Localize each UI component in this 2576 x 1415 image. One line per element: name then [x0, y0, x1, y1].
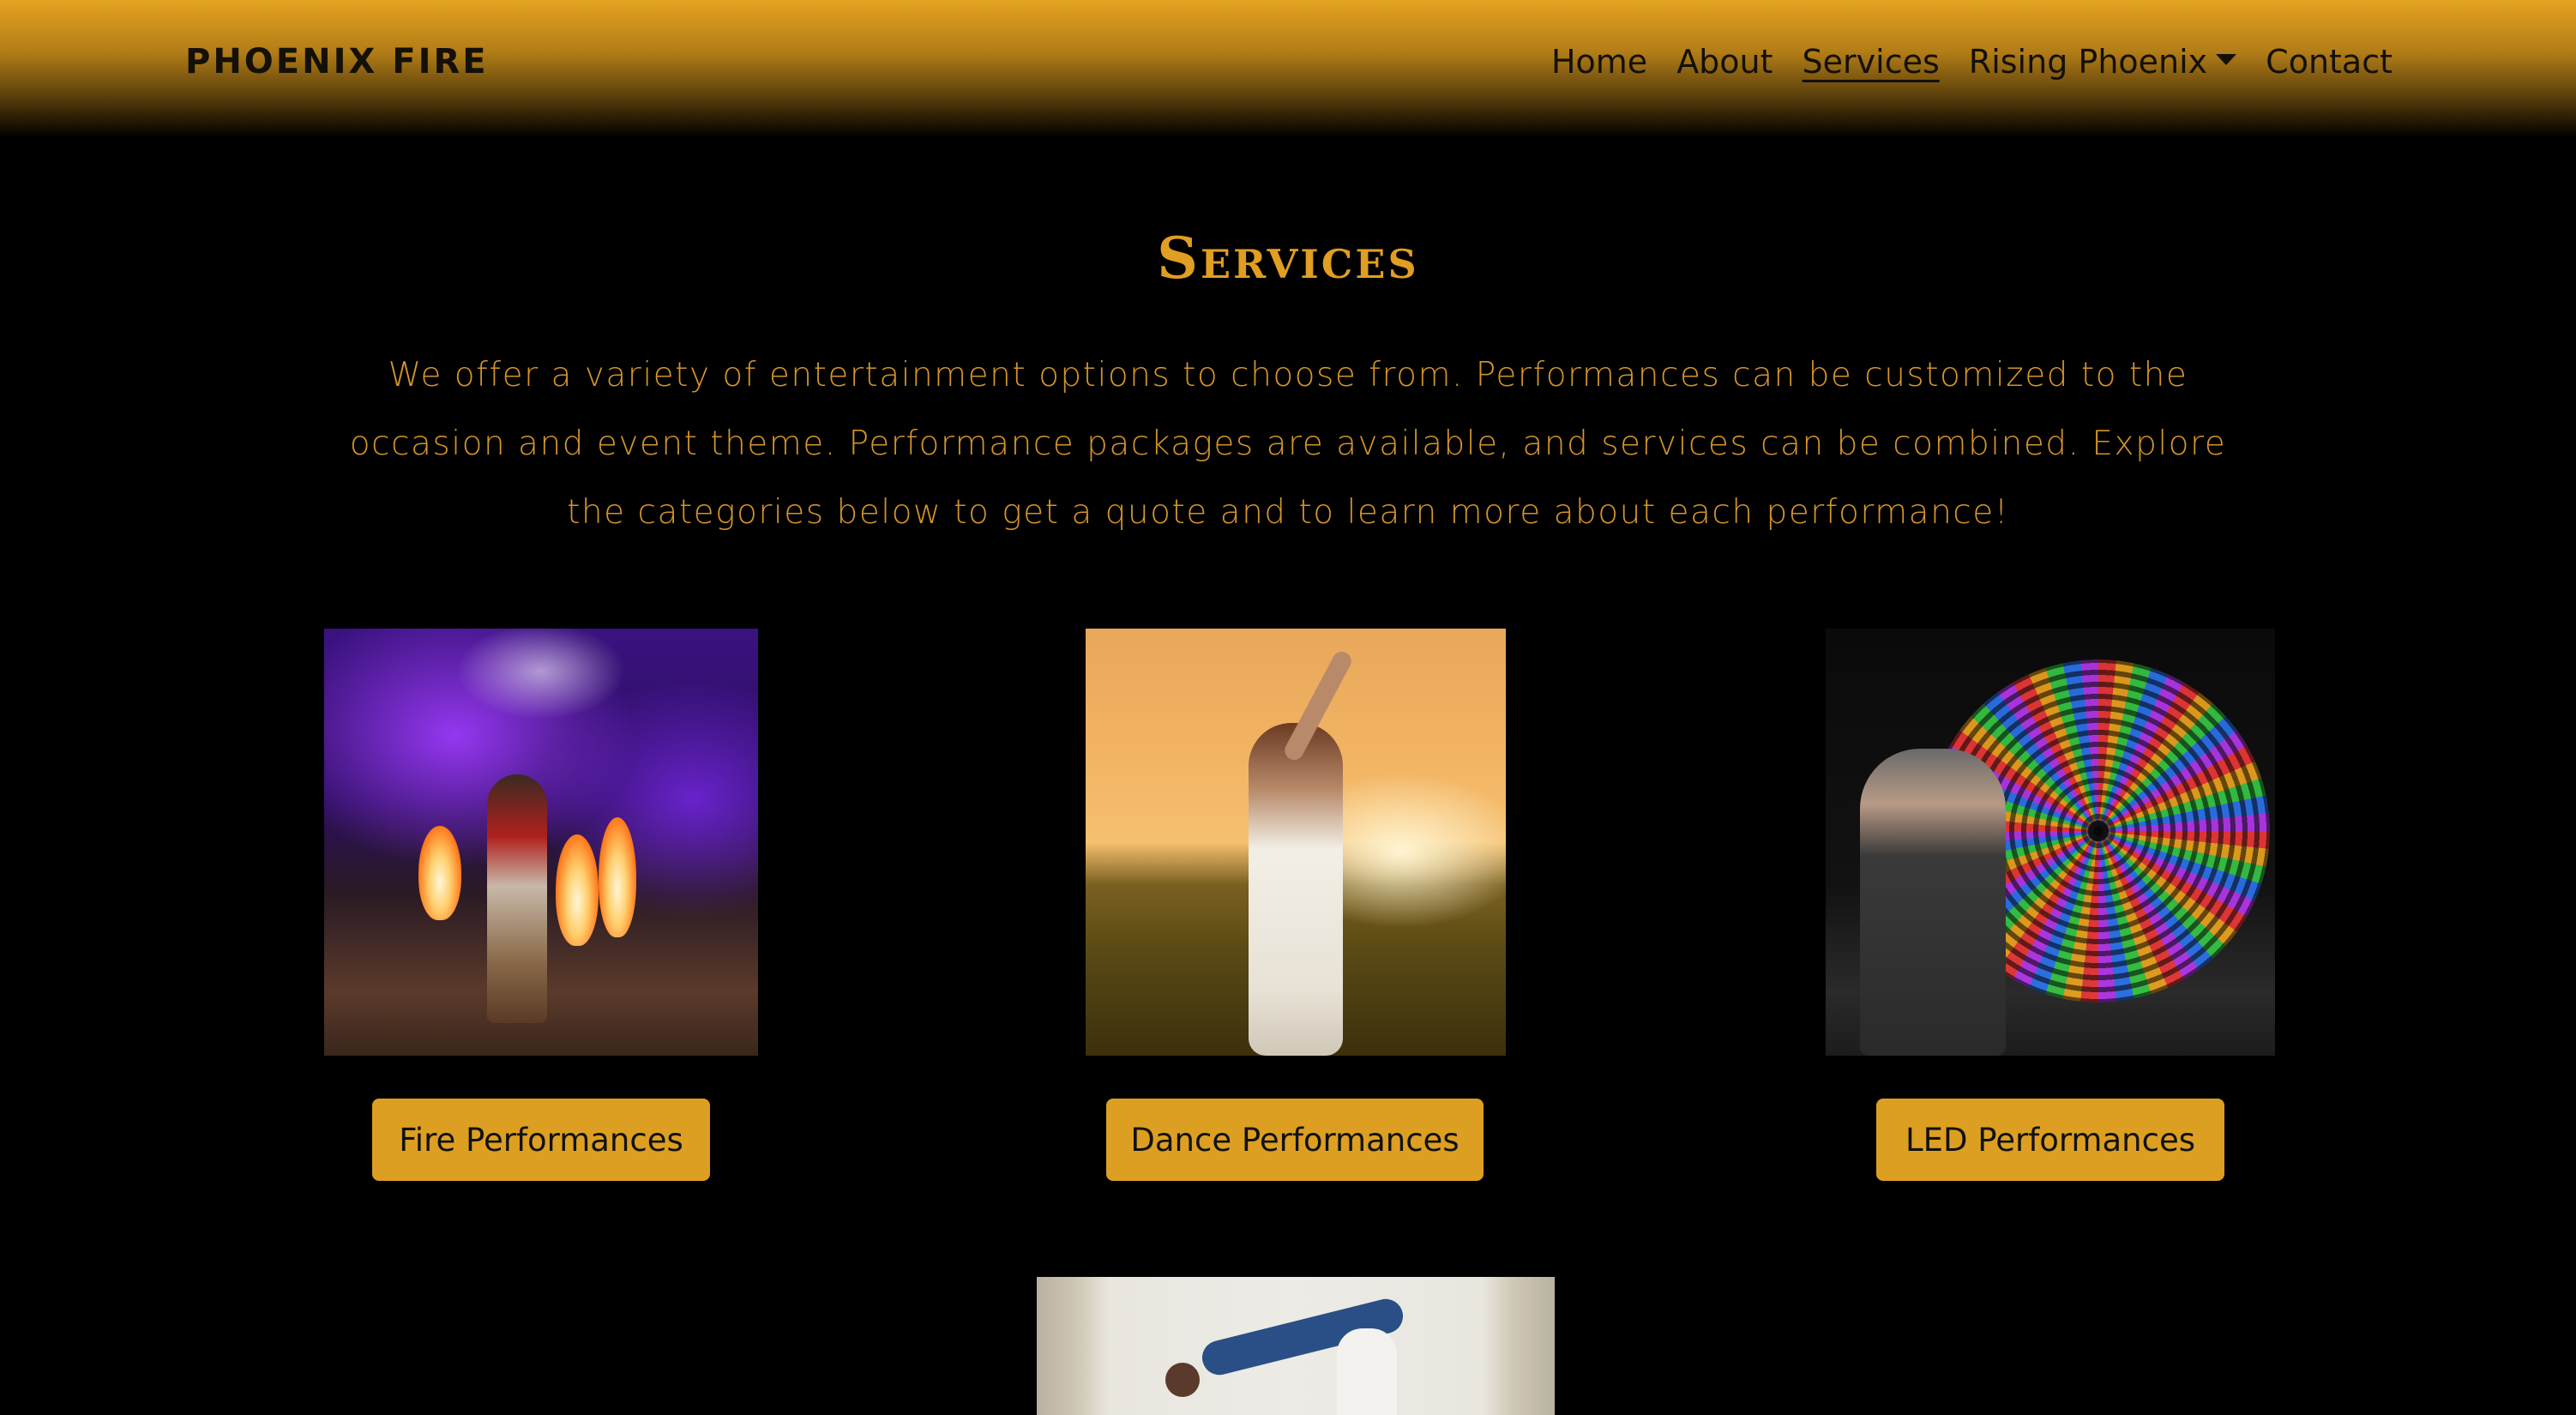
acrobatic-performance-image[interactable]	[1037, 1277, 1555, 1415]
navbar: PHOENIX FIRE Home About Services Rising …	[0, 0, 2576, 137]
performer-figure	[487, 774, 547, 1023]
intro-paragraph: We offer a variety of entertainment opti…	[349, 356, 2227, 532]
led-performer-figure	[1860, 749, 2006, 1056]
page-title: Services	[1157, 225, 1419, 292]
acro-head	[1165, 1363, 1200, 1397]
nav-about[interactable]: About	[1676, 38, 1773, 86]
flame-right-1	[556, 834, 599, 946]
fire-performance-image[interactable]	[324, 629, 758, 1056]
led-performances-button[interactable]: LED Performances	[1876, 1099, 2224, 1181]
dance-performance-image[interactable]	[1086, 629, 1506, 1056]
dancer-figure	[1249, 723, 1343, 1056]
acro-figure-2	[1337, 1328, 1397, 1415]
flame-left	[418, 826, 461, 920]
nav-services[interactable]: Services	[1803, 38, 1940, 86]
nav-home[interactable]: Home	[1551, 38, 1647, 86]
caret-down-icon[interactable]	[2216, 53, 2237, 65]
led-performance-image[interactable]	[1826, 629, 2275, 1056]
dance-performances-button[interactable]: Dance Performances	[1106, 1099, 1484, 1181]
nav-contact[interactable]: Contact	[2266, 38, 2392, 86]
fire-performances-button[interactable]: Fire Performances	[372, 1099, 710, 1181]
flame-right-2	[599, 817, 636, 937]
main-nav: Home About Services Rising Phoenix Conta…	[1551, 38, 2392, 86]
nav-rising-phoenix[interactable]: Rising Phoenix	[1969, 38, 2207, 86]
brand-logo[interactable]: PHOENIX FIRE	[185, 38, 489, 86]
nav-rising-phoenix-dropdown[interactable]: Rising Phoenix	[1969, 38, 2237, 86]
